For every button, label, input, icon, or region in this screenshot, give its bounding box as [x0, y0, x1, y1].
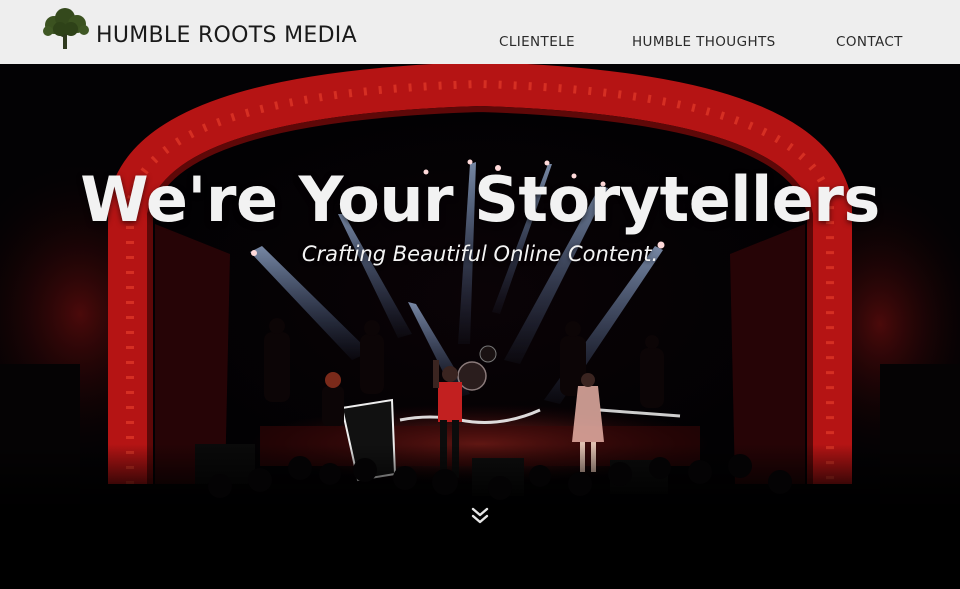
scroll-down-button[interactable]	[468, 504, 492, 528]
hero-section: We're Your Storytellers Crafting Beautif…	[0, 64, 960, 589]
hero-headline: We're Your Storytellers	[80, 163, 880, 236]
nav-link-contact[interactable]: CONTACT	[836, 34, 903, 50]
top-navigation-bar: HUMBLE ROOTS MEDIA CLIENTELE HUMBLE THOU…	[0, 0, 960, 64]
nav-link-clientele[interactable]: CLIENTELE	[499, 34, 575, 50]
hero-tagline: Crafting Beautiful Online Content.	[301, 242, 659, 266]
main-nav: CLIENTELE HUMBLE THOUGHTS CONTACT	[0, 34, 960, 54]
double-chevron-down-icon	[468, 504, 492, 528]
nav-link-humble-thoughts[interactable]: HUMBLE THOUGHTS	[632, 34, 776, 50]
